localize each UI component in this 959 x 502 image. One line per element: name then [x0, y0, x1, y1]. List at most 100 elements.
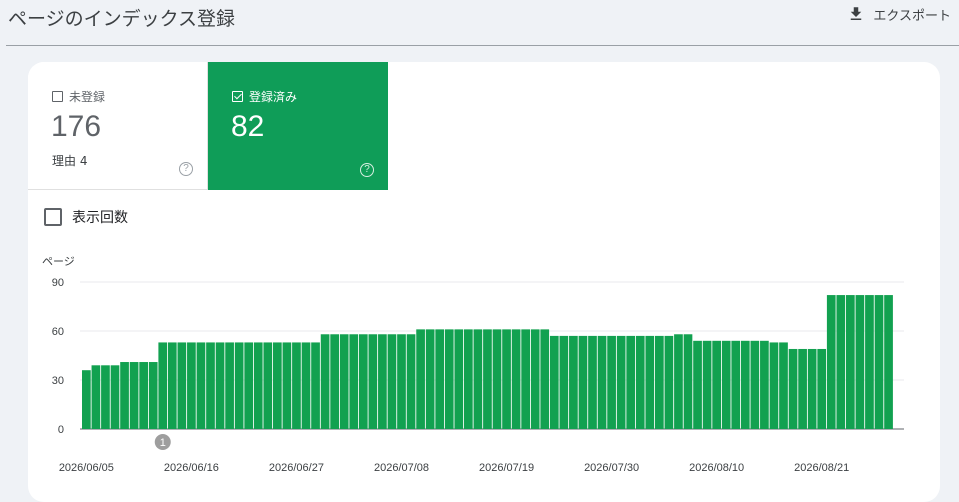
x-tick-label: 2026/07/08 [374, 462, 429, 474]
chart-bar[interactable] [549, 335, 559, 429]
chart-bar[interactable] [358, 334, 368, 429]
chart-bar[interactable] [120, 362, 129, 429]
chart-bar[interactable] [158, 342, 168, 429]
chart-bar[interactable] [206, 342, 215, 429]
y-tick-label: 60 [52, 326, 64, 338]
y-axis-label: ページ [42, 256, 75, 268]
chart-bar[interactable] [635, 335, 645, 429]
chart-bar[interactable] [167, 342, 177, 429]
chart-bar[interactable] [320, 334, 330, 429]
chart-bar[interactable] [378, 334, 387, 429]
chart-bar[interactable] [645, 335, 655, 429]
chart-bar[interactable] [244, 342, 254, 429]
chart-bar[interactable] [683, 334, 693, 429]
chart-bar[interactable] [846, 295, 855, 429]
chart-bar[interactable] [807, 348, 817, 429]
x-tick-label: 2026/06/05 [59, 462, 114, 474]
chart-bar[interactable] [693, 340, 702, 429]
chart-bar[interactable] [177, 342, 187, 429]
chart-bar[interactable] [626, 335, 636, 429]
chart-bar[interactable] [874, 295, 884, 429]
chart-bar[interactable] [569, 335, 578, 429]
chart-bar[interactable] [273, 342, 282, 429]
chart-bar[interactable] [263, 342, 273, 429]
download-icon [851, 7, 862, 20]
chart-bar[interactable] [836, 295, 846, 429]
chart-bar[interactable] [148, 362, 158, 429]
chart-bar[interactable] [82, 370, 91, 429]
page-title: ページのインデックス登録 [8, 8, 236, 30]
chart-bar[interactable] [311, 342, 320, 429]
chart-bar[interactable] [559, 335, 569, 429]
chart-bar[interactable] [416, 329, 425, 429]
chart-bar[interactable] [760, 340, 769, 429]
chart-bar[interactable] [865, 295, 874, 429]
chart-bar[interactable] [502, 329, 511, 429]
export-button[interactable]: エクスポート [847, 3, 951, 25]
chart-bar[interactable] [826, 295, 836, 429]
chart-bar[interactable] [674, 334, 683, 429]
chart-bar[interactable] [330, 334, 339, 429]
chart-bar[interactable] [397, 334, 406, 429]
chart-bar[interactable] [521, 329, 530, 429]
chart-bar[interactable] [444, 329, 454, 429]
chart-bar[interactable] [464, 329, 473, 429]
chart-bar[interactable] [387, 334, 397, 429]
chart-bar[interactable] [253, 342, 263, 429]
chart-bar[interactable] [788, 348, 798, 429]
chart-bar[interactable] [511, 329, 521, 429]
chart-bar[interactable] [731, 340, 741, 429]
chart-bar[interactable] [817, 348, 827, 429]
annotation-marker[interactable]: 1 [154, 434, 171, 450]
chart-bar[interactable] [234, 342, 244, 429]
chart-bar[interactable] [721, 340, 731, 429]
header-divider [6, 45, 959, 46]
chart-bar[interactable] [339, 334, 349, 429]
chart-bar[interactable] [578, 335, 588, 429]
chart-bar[interactable] [368, 334, 378, 429]
x-tick-label: 2026/07/30 [584, 462, 639, 474]
chart-bar[interactable] [301, 342, 311, 429]
chart-bar[interactable] [282, 342, 292, 429]
chart-bar[interactable] [884, 295, 893, 429]
x-tick-label: 2026/08/10 [689, 462, 744, 474]
chart-bar[interactable] [616, 335, 626, 429]
chart-bar[interactable] [750, 340, 760, 429]
chart-bar[interactable] [110, 365, 120, 429]
chart-bar[interactable] [492, 329, 502, 429]
chart-bar[interactable] [473, 329, 483, 429]
chart-bar[interactable] [530, 329, 540, 429]
chart-bar[interactable] [129, 362, 139, 429]
chart-bar[interactable] [607, 335, 616, 429]
chart-bar[interactable] [483, 329, 492, 429]
chart-bar[interactable] [349, 334, 359, 429]
chart-bar[interactable] [187, 342, 196, 429]
chart-bar[interactable] [712, 340, 721, 429]
chart-bar[interactable] [798, 348, 807, 429]
chart-bar[interactable] [740, 340, 750, 429]
y-tick-label: 30 [52, 375, 64, 387]
annotation-label: 1 [160, 437, 166, 449]
chart-bar[interactable] [588, 335, 597, 429]
chart-bar[interactable] [655, 335, 664, 429]
chart-bar[interactable] [454, 329, 464, 429]
chart-bar[interactable] [702, 340, 712, 429]
chart-bar[interactable] [91, 365, 101, 429]
chart-bar[interactable] [101, 365, 110, 429]
chart-bar[interactable] [435, 329, 445, 429]
chart-bar[interactable] [139, 362, 148, 429]
chart-bar[interactable] [196, 342, 206, 429]
chart-bar[interactable] [664, 335, 674, 429]
chart-bar[interactable] [425, 329, 435, 429]
x-tick-label: 2026/08/21 [794, 462, 849, 474]
top-bar: ページのインデックス登録 エクスポート [0, 0, 959, 46]
chart-bar[interactable] [225, 342, 234, 429]
chart-bar[interactable] [855, 295, 865, 429]
chart-bar[interactable] [292, 342, 301, 429]
chart-bar[interactable] [215, 342, 225, 429]
chart-bar[interactable] [769, 342, 779, 429]
chart-bar[interactable] [540, 329, 550, 429]
chart-bar[interactable] [406, 334, 416, 429]
chart-bar[interactable] [597, 335, 607, 429]
chart-bar[interactable] [779, 342, 788, 429]
